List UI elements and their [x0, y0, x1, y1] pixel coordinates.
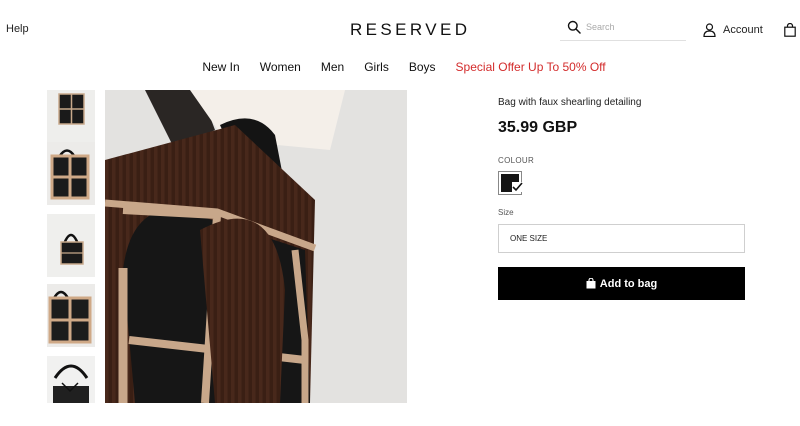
thumbnail-image[interactable]: [47, 284, 95, 347]
size-selector[interactable]: ONE SIZE: [498, 224, 745, 253]
help-link[interactable]: Help: [6, 23, 29, 35]
add-to-bag-button[interactable]: Add to bag: [498, 267, 745, 300]
product-main-image[interactable]: [105, 90, 407, 403]
size-label: Size: [498, 208, 514, 217]
checkmark-icon: [512, 179, 523, 197]
product-title: Bag with faux shearling detailing: [498, 97, 642, 108]
shopping-bag-icon[interactable]: [784, 22, 796, 42]
product-price: 35.99 GBP: [498, 119, 578, 136]
nav-item-new-in[interactable]: New In: [202, 60, 239, 74]
account-label: Account: [723, 24, 763, 36]
main-nav: New In Women Men Girls Boys Special Offe…: [0, 60, 800, 74]
search-icon[interactable]: [564, 17, 584, 37]
search-input[interactable]: [586, 22, 678, 32]
colour-swatch-black[interactable]: [498, 171, 523, 197]
bag-icon: [586, 278, 596, 289]
nav-item-women[interactable]: Women: [260, 60, 301, 74]
nav-item-special-offer[interactable]: Special Offer Up To 50% Off: [456, 60, 606, 74]
nav-item-boys[interactable]: Boys: [409, 60, 436, 74]
colour-label: COLOUR: [498, 156, 535, 165]
chevron-down-icon[interactable]: [60, 380, 80, 398]
thumbnail-image[interactable]: [47, 90, 95, 147]
add-to-bag-label: Add to bag: [599, 277, 658, 290]
nav-item-men[interactable]: Men: [321, 60, 344, 74]
thumbnail-image[interactable]: [47, 142, 95, 205]
user-icon: [703, 23, 716, 37]
brand-logo[interactable]: RESERVED: [350, 20, 470, 40]
account-link[interactable]: Account: [703, 23, 763, 37]
search-bar[interactable]: [560, 14, 686, 41]
size-value: ONE SIZE: [510, 234, 548, 243]
nav-item-girls[interactable]: Girls: [364, 60, 389, 74]
thumbnail-image[interactable]: [47, 214, 95, 277]
thumbnail-strip: [47, 90, 95, 403]
